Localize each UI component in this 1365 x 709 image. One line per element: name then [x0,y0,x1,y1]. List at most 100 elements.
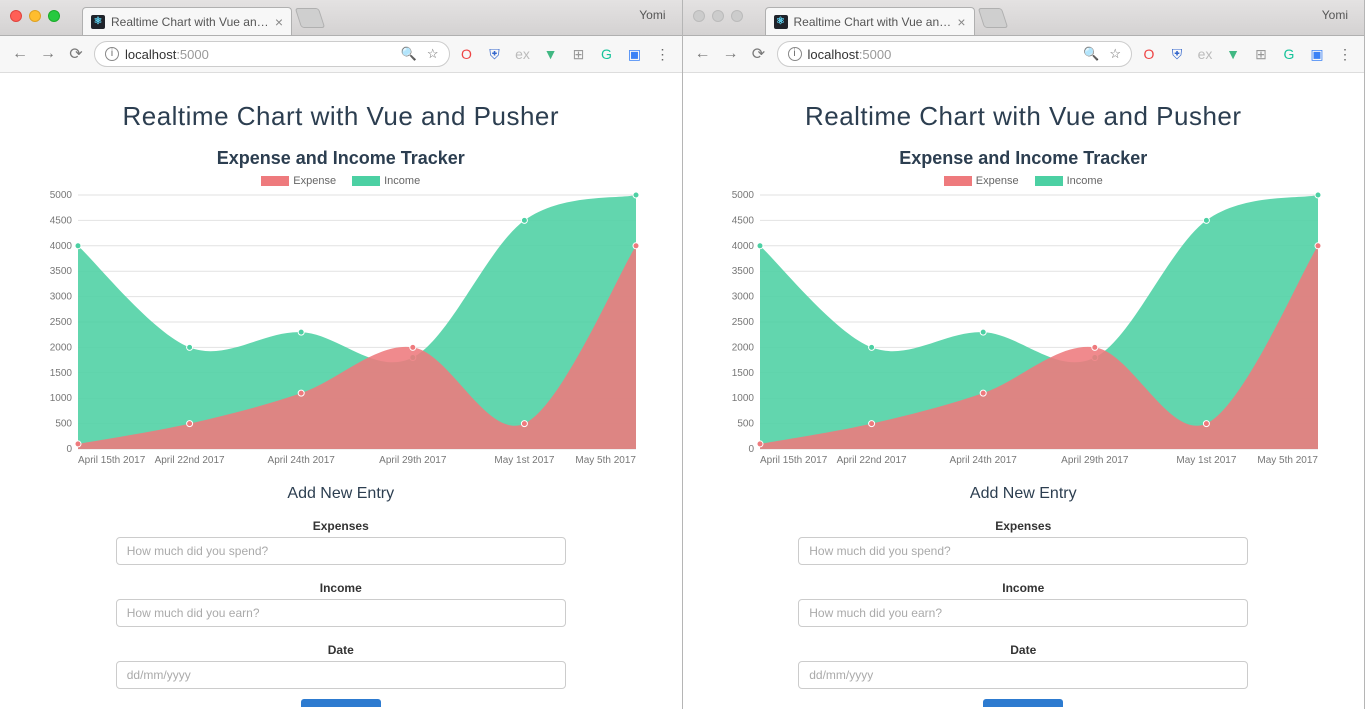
y-tick-label: 3000 [732,292,755,303]
site-info-icon[interactable]: i [788,47,802,61]
zoom-icon[interactable]: 🔍 [1083,46,1099,62]
expense-point [410,344,416,350]
menu-icon[interactable]: ⋮ [654,45,672,63]
opera-ext-icon[interactable]: O [458,45,476,63]
x-tick-label: May 5th 2017 [575,455,636,466]
y-tick-label: 1000 [732,393,755,404]
page-title: Realtime Chart with Vue and Pusher [805,101,1242,132]
submit-button[interactable] [983,699,1063,707]
new-tab-button[interactable] [295,8,325,28]
x-tick-label: April 29th 2017 [1061,455,1129,466]
grid-ext-icon[interactable]: ⊞ [1252,45,1270,63]
legend-expense-swatch-icon [944,176,972,186]
nav-back-button[interactable]: ← [693,45,713,63]
menu-icon[interactable]: ⋮ [1336,45,1354,63]
tab-close-icon[interactable]: × [957,15,965,29]
income-point [869,344,875,350]
window-min-button[interactable] [29,10,41,22]
ex-ext-icon[interactable]: ex [514,45,532,63]
form-title: Add New Entry [970,485,1077,503]
income-point [1204,217,1210,223]
form-title: Add New Entry [287,485,394,503]
nav-reload-button[interactable]: ⟳ [749,44,769,64]
url-bar[interactable]: i localhost:5000 🔍 ☆ [777,41,1133,67]
grammarly-ext-icon[interactable]: G [1280,45,1298,63]
income-input[interactable] [798,599,1248,627]
expenses-label: Expenses [116,519,566,533]
bookmark-star-icon[interactable]: ☆ [427,46,439,62]
chrome-profile-label[interactable]: Yomi [639,8,665,22]
vue-ext-icon[interactable]: ▼ [1224,45,1242,63]
y-tick-label: 3000 [50,292,73,303]
opera-ext-icon[interactable]: O [1140,45,1158,63]
site-info-icon[interactable]: i [105,47,119,61]
nav-forward-button[interactable]: → [38,45,58,63]
browser-tab[interactable]: ⚛Realtime Chart with Vue and P…× [765,7,975,35]
ublock-ext-icon[interactable]: ⛨ [1168,45,1186,63]
expense-point [298,390,304,396]
x-tick-label: May 5th 2017 [1258,455,1319,466]
browser-tab[interactable]: ⚛ Realtime Chart with Vue and P… × [82,7,292,35]
address-bar-row: ← → ⟳ i localhost:5000 🔍 ☆ O ⛨ ex ▼ ⊞ G ▣ ⋮ [683,36,1365,73]
bookmark-star-icon[interactable]: ☆ [1109,46,1121,62]
expense-point [757,441,763,447]
y-tick-label: 500 [55,419,72,430]
window-close-button[interactable] [693,10,705,22]
y-tick-label: 4500 [732,215,755,226]
window-max-button[interactable] [48,10,60,22]
grammarly-ext-icon[interactable]: G [598,45,616,63]
ex-ext-icon[interactable]: ex [1196,45,1214,63]
tab-title: Realtime Chart with Vue and P… [794,15,952,29]
legend-expense[interactable]: Expense [944,175,1019,187]
legend-income-label: Income [384,175,420,187]
legend-expense-swatch-icon [261,176,289,186]
chrome-profile-label[interactable]: Yomi [1322,8,1348,22]
new-tab-button[interactable] [977,8,1007,28]
date-input[interactable] [798,661,1248,689]
expenses-input[interactable] [798,537,1248,565]
income-input[interactable] [116,599,566,627]
ublock-ext-icon[interactable]: ⛨ [486,45,504,63]
income-point [1315,192,1321,198]
x-tick-label: April 15th 2017 [760,455,828,466]
income-point [757,243,763,249]
grid-ext-icon[interactable]: ⊞ [570,45,588,63]
expenses-label: Expenses [798,519,1248,533]
url-bar[interactable]: ilocalhost:5000🔍☆ [94,41,450,67]
y-tick-label: 1500 [732,368,755,379]
extension-icons: O ⛨ ex ▼ ⊞ G ▣ ⋮ [458,45,672,63]
submit-button[interactable] [301,699,381,707]
expense-point [521,421,527,427]
bbox-ext-icon[interactable]: ▣ [1308,45,1326,63]
chart-legend: Expense Income [261,175,420,187]
tab-close-icon[interactable]: × [275,15,283,29]
y-tick-label: 4000 [50,241,73,252]
nav-back-button[interactable]: ← [10,45,30,63]
y-tick-label: 0 [66,444,72,455]
legend-expense-label: Expense [976,175,1019,187]
legend-income[interactable]: Income [1035,175,1103,187]
tab-title: Realtime Chart with Vue and P… [111,15,269,29]
date-input[interactable] [116,661,566,689]
legend-expense[interactable]: Expense [261,175,336,187]
legend-income[interactable]: Income [352,175,420,187]
traffic-lights [10,10,60,22]
y-tick-label: 2500 [50,317,73,328]
date-label: Date [798,643,1248,657]
vue-ext-icon[interactable]: ▼ [542,45,560,63]
x-tick-label: April 24th 2017 [267,455,335,466]
nav-reload-button[interactable]: ⟳ [66,44,86,64]
window-min-button[interactable] [712,10,724,22]
expenses-input[interactable] [116,537,566,565]
nav-forward-button[interactable]: → [721,45,741,63]
income-point [521,217,527,223]
address-bar-row: ←→⟳ilocalhost:5000🔍☆O⛨ex▼⊞G▣⋮ [0,36,682,73]
entry-form: ExpensesIncomeDate [798,513,1248,707]
window-max-button[interactable] [731,10,743,22]
zoom-icon[interactable]: 🔍 [401,46,417,62]
window-close-button[interactable] [10,10,22,22]
url-path: :5000 [176,47,209,62]
url-text: localhost:5000 [808,47,1078,62]
react-favicon-icon: ⚛ [91,15,105,29]
bbox-ext-icon[interactable]: ▣ [626,45,644,63]
